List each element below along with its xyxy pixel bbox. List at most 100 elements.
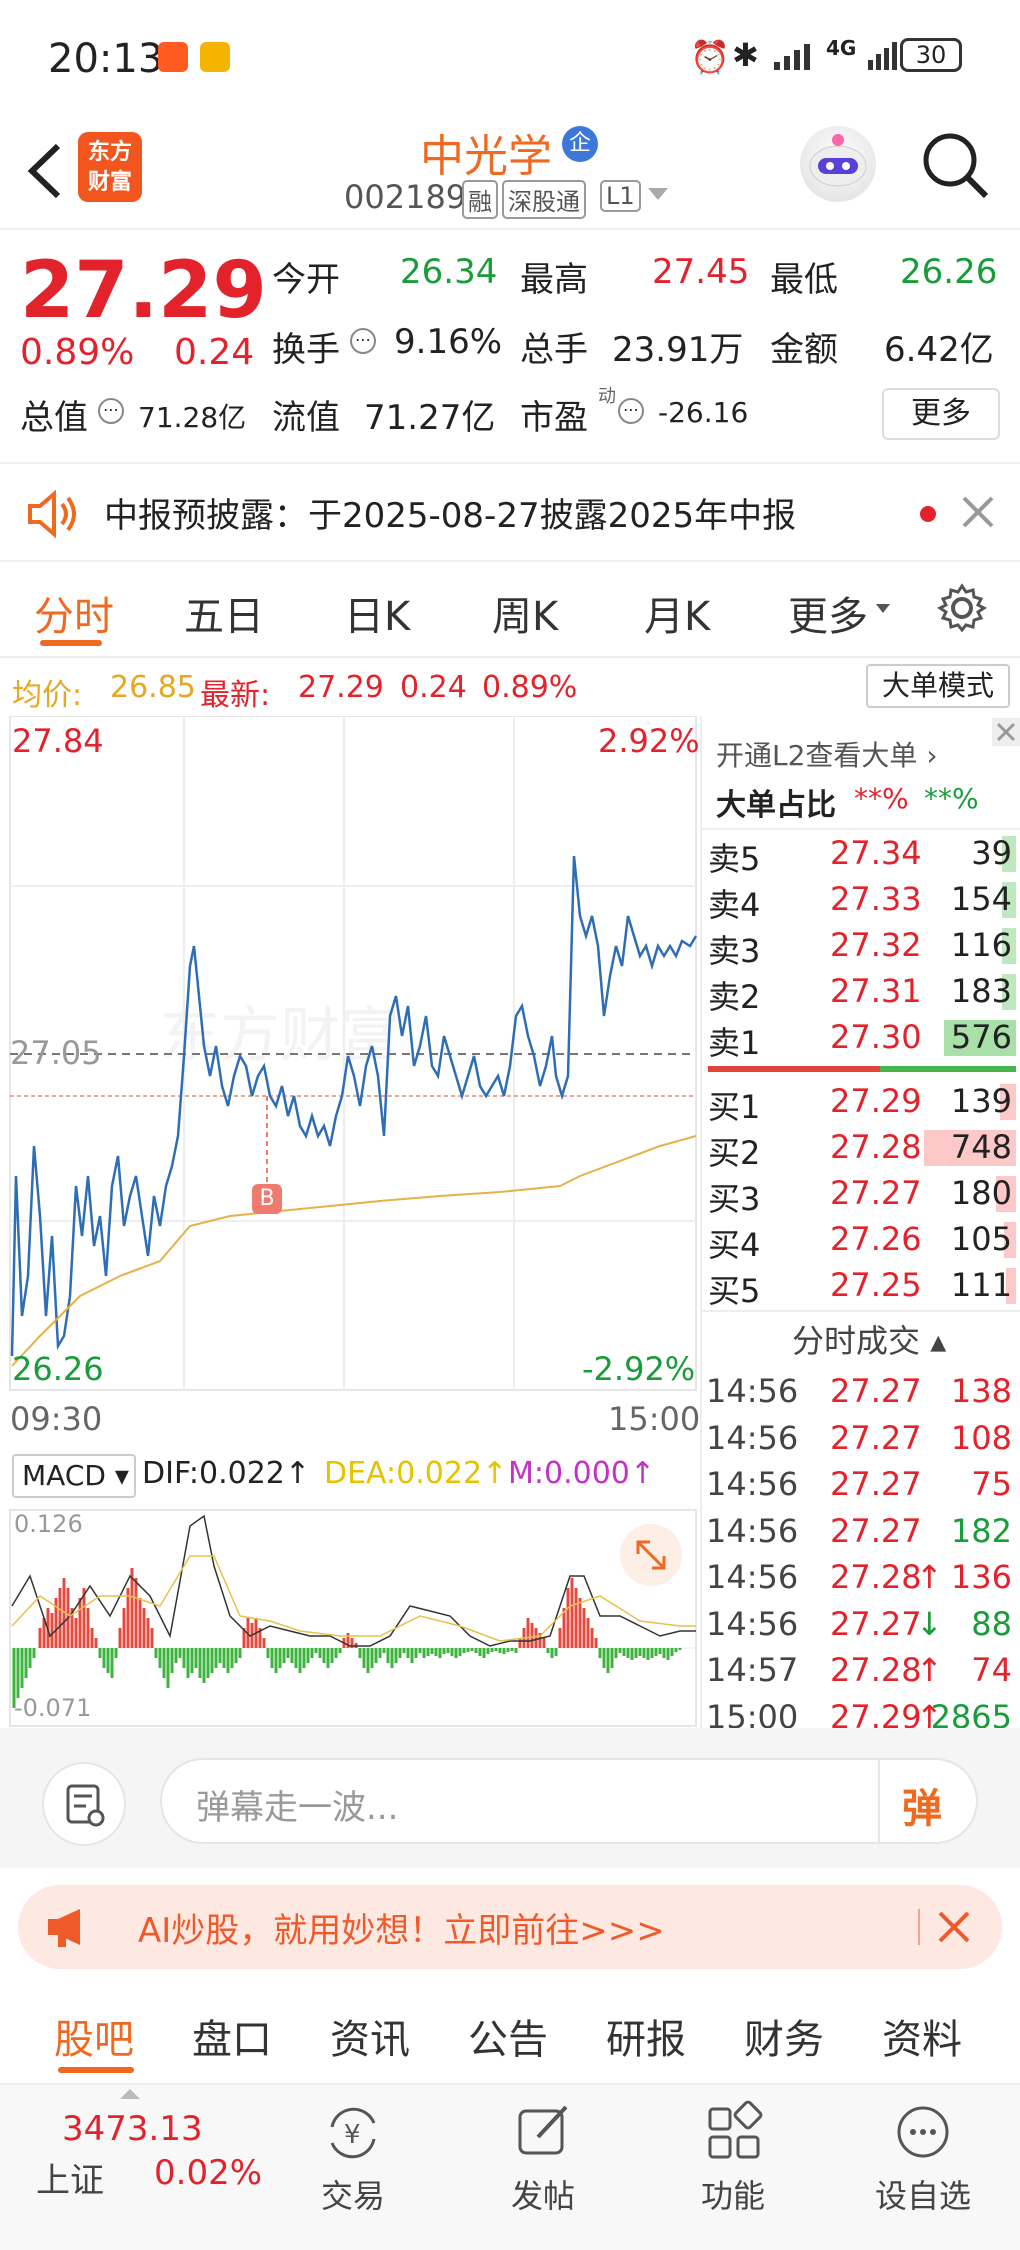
macd-plot-frame [9, 1509, 697, 1727]
trade-price: 27.27 [830, 1604, 922, 1643]
comment-bar: 弹幕走一波... 弹 [0, 1728, 1020, 1868]
clock: 20:13 [48, 36, 164, 82]
close-icon[interactable] [936, 1909, 972, 1945]
tab-five-day[interactable]: 五日 [184, 584, 264, 642]
buy-volume: 180 [950, 1174, 1012, 1212]
trades-title[interactable]: 分时成交 ▴ [792, 1316, 946, 1362]
subtab-news[interactable]: 资讯 [330, 2007, 410, 2065]
close-icon[interactable] [992, 718, 1020, 746]
unread-dot [920, 506, 936, 522]
chevron-down-icon[interactable] [648, 188, 668, 200]
info-icon[interactable]: ⋯ [98, 398, 124, 424]
amount-value: 6.42亿 [884, 330, 994, 370]
open-value: 26.34 [400, 252, 498, 292]
buy-price: 27.25 [830, 1266, 922, 1304]
subtab-profile[interactable]: 资料 [882, 2007, 962, 2065]
avg-value: 26.85 [110, 670, 196, 705]
promo-text: AI炒股，就用妙想！立即前往>>> [138, 1911, 665, 1951]
comment-settings-icon[interactable] [42, 1762, 126, 1846]
edit-icon [518, 2105, 568, 2155]
time-end-label: 15:00 [608, 1400, 701, 1438]
stock-name: 中光学 [420, 131, 552, 182]
tab-more[interactable]: 更多 [788, 584, 868, 642]
ai-assistant-avatar[interactable] [800, 126, 876, 202]
back-icon[interactable] [20, 136, 70, 206]
turnover-value: 9.16% [394, 322, 503, 362]
big-order-mode-button[interactable]: 大单模式 [866, 664, 1010, 708]
buy-row: 买1 27.29 139 [702, 1080, 1020, 1126]
sell-volume: 154 [950, 880, 1012, 918]
danmu-toggle-button[interactable]: 弹 [902, 1776, 942, 1834]
mktcap-value: 71.28亿 [138, 401, 247, 434]
gear-icon[interactable] [936, 582, 988, 634]
index-widget[interactable]: 3473.13 上证 0.02% [0, 2085, 270, 2250]
trade-time: 14:56 [706, 1604, 799, 1643]
float-value: 71.27亿 [364, 398, 496, 438]
expand-icon[interactable] [620, 1524, 682, 1586]
buy-row: 买4 27.26 105 [702, 1218, 1020, 1264]
sell-price: 27.30 [830, 1018, 922, 1056]
change-pct: 0.89% [20, 332, 135, 373]
trade-direction-icon: ↑ [916, 1558, 943, 1596]
close-icon[interactable] [960, 494, 996, 530]
divider [702, 828, 1020, 830]
subtab-research[interactable]: 研报 [606, 2007, 686, 2065]
pe-superscript: 动 [598, 386, 616, 407]
buy-level-label: 买4 [708, 1226, 761, 1264]
nav-post[interactable]: 发帖 [468, 2085, 618, 2217]
notice-bar[interactable]: 中报预披露：于2025-08-27披露2025年中报 [0, 462, 1020, 562]
index-value: 3473.13 [62, 2109, 203, 2149]
trade-volume: 182 [950, 1511, 1012, 1550]
signal-icon [774, 40, 820, 70]
trade-row: 14:56 27.27 ↓ 88 [702, 1603, 1020, 1647]
content-tabs: 股吧 盘口 资讯 公告 研报 财务 资料 [0, 1985, 1020, 2085]
high-value: 27.45 [652, 252, 750, 292]
volume-label: 总手 [520, 330, 588, 370]
info-icon[interactable]: ⋯ [618, 398, 644, 424]
subtab-orderbook[interactable]: 盘口 [192, 2007, 272, 2065]
subtab-announcements[interactable]: 公告 [468, 2007, 548, 2065]
tab-intraday[interactable]: 分时 [34, 584, 114, 642]
more-button[interactable]: 更多 [882, 388, 1000, 440]
big-ratio-sell: **% [924, 782, 979, 815]
subtab-forum[interactable]: 股吧 [54, 2007, 134, 2065]
sell-row: 卖3 27.32 116 [702, 924, 1020, 970]
low-label: 最低 [770, 260, 838, 300]
price-line [10, 855, 698, 1357]
ai-promo-banner[interactable]: AI炒股，就用妙想！立即前往>>> [18, 1885, 1002, 1969]
buy-volume: 111 [950, 1266, 1012, 1304]
indicator-select[interactable]: MACD ▾ [12, 1454, 136, 1498]
tab-weekly-k[interactable]: 周K [492, 584, 558, 642]
app-notification-icon [158, 42, 188, 72]
tab-monthly-k[interactable]: 月K [644, 584, 710, 642]
dif-line [11, 1514, 696, 1647]
trade-volume: 88 [971, 1604, 1012, 1643]
nav-add-watchlist[interactable]: 设自选 [848, 2085, 998, 2217]
sell-row: 卖5 27.34 39 [702, 832, 1020, 878]
trade-volume: 108 [950, 1418, 1012, 1457]
period-tabs: 分时 五日 日K 周K 月K 更多 [0, 562, 1020, 658]
l2-upgrade-link[interactable]: 开通L2查看大单 › [716, 734, 938, 774]
sell-strength-bar [708, 1066, 880, 1072]
amount-label: 金额 [770, 330, 838, 370]
app-notification-icon [200, 42, 230, 72]
volume-value: 23.91万 [612, 330, 744, 370]
change-amount: 0.24 [174, 332, 255, 373]
sell-price: 27.34 [830, 834, 922, 872]
buy-marker[interactable]: B [252, 1184, 282, 1214]
trade-price: 27.28 [830, 1558, 922, 1596]
search-icon[interactable] [920, 130, 990, 200]
tab-daily-k[interactable]: 日K [344, 584, 410, 642]
stock-code: 002189 [344, 178, 467, 216]
y-mid-label: 27.05 [10, 1034, 102, 1072]
buy-strength-bar [880, 1066, 1016, 1072]
info-icon[interactable]: ⋯ [350, 328, 376, 354]
subtab-finance[interactable]: 财务 [744, 2007, 824, 2065]
comment-input[interactable]: 弹幕走一波... 弹 [160, 1758, 978, 1844]
nav-functions[interactable]: 功能 [658, 2085, 808, 2217]
trade-row: 14:56 27.27 75 [702, 1463, 1020, 1507]
intraday-chart[interactable]: 东方财富 27.84 2.92% 27.05 26.26 -2.92% 09:3… [0, 716, 700, 1728]
chevron-down-icon[interactable] [876, 604, 890, 613]
nav-trade[interactable]: ¥ 交易 [278, 2085, 428, 2217]
buy-row: 买2 27.28 748 [702, 1126, 1020, 1172]
